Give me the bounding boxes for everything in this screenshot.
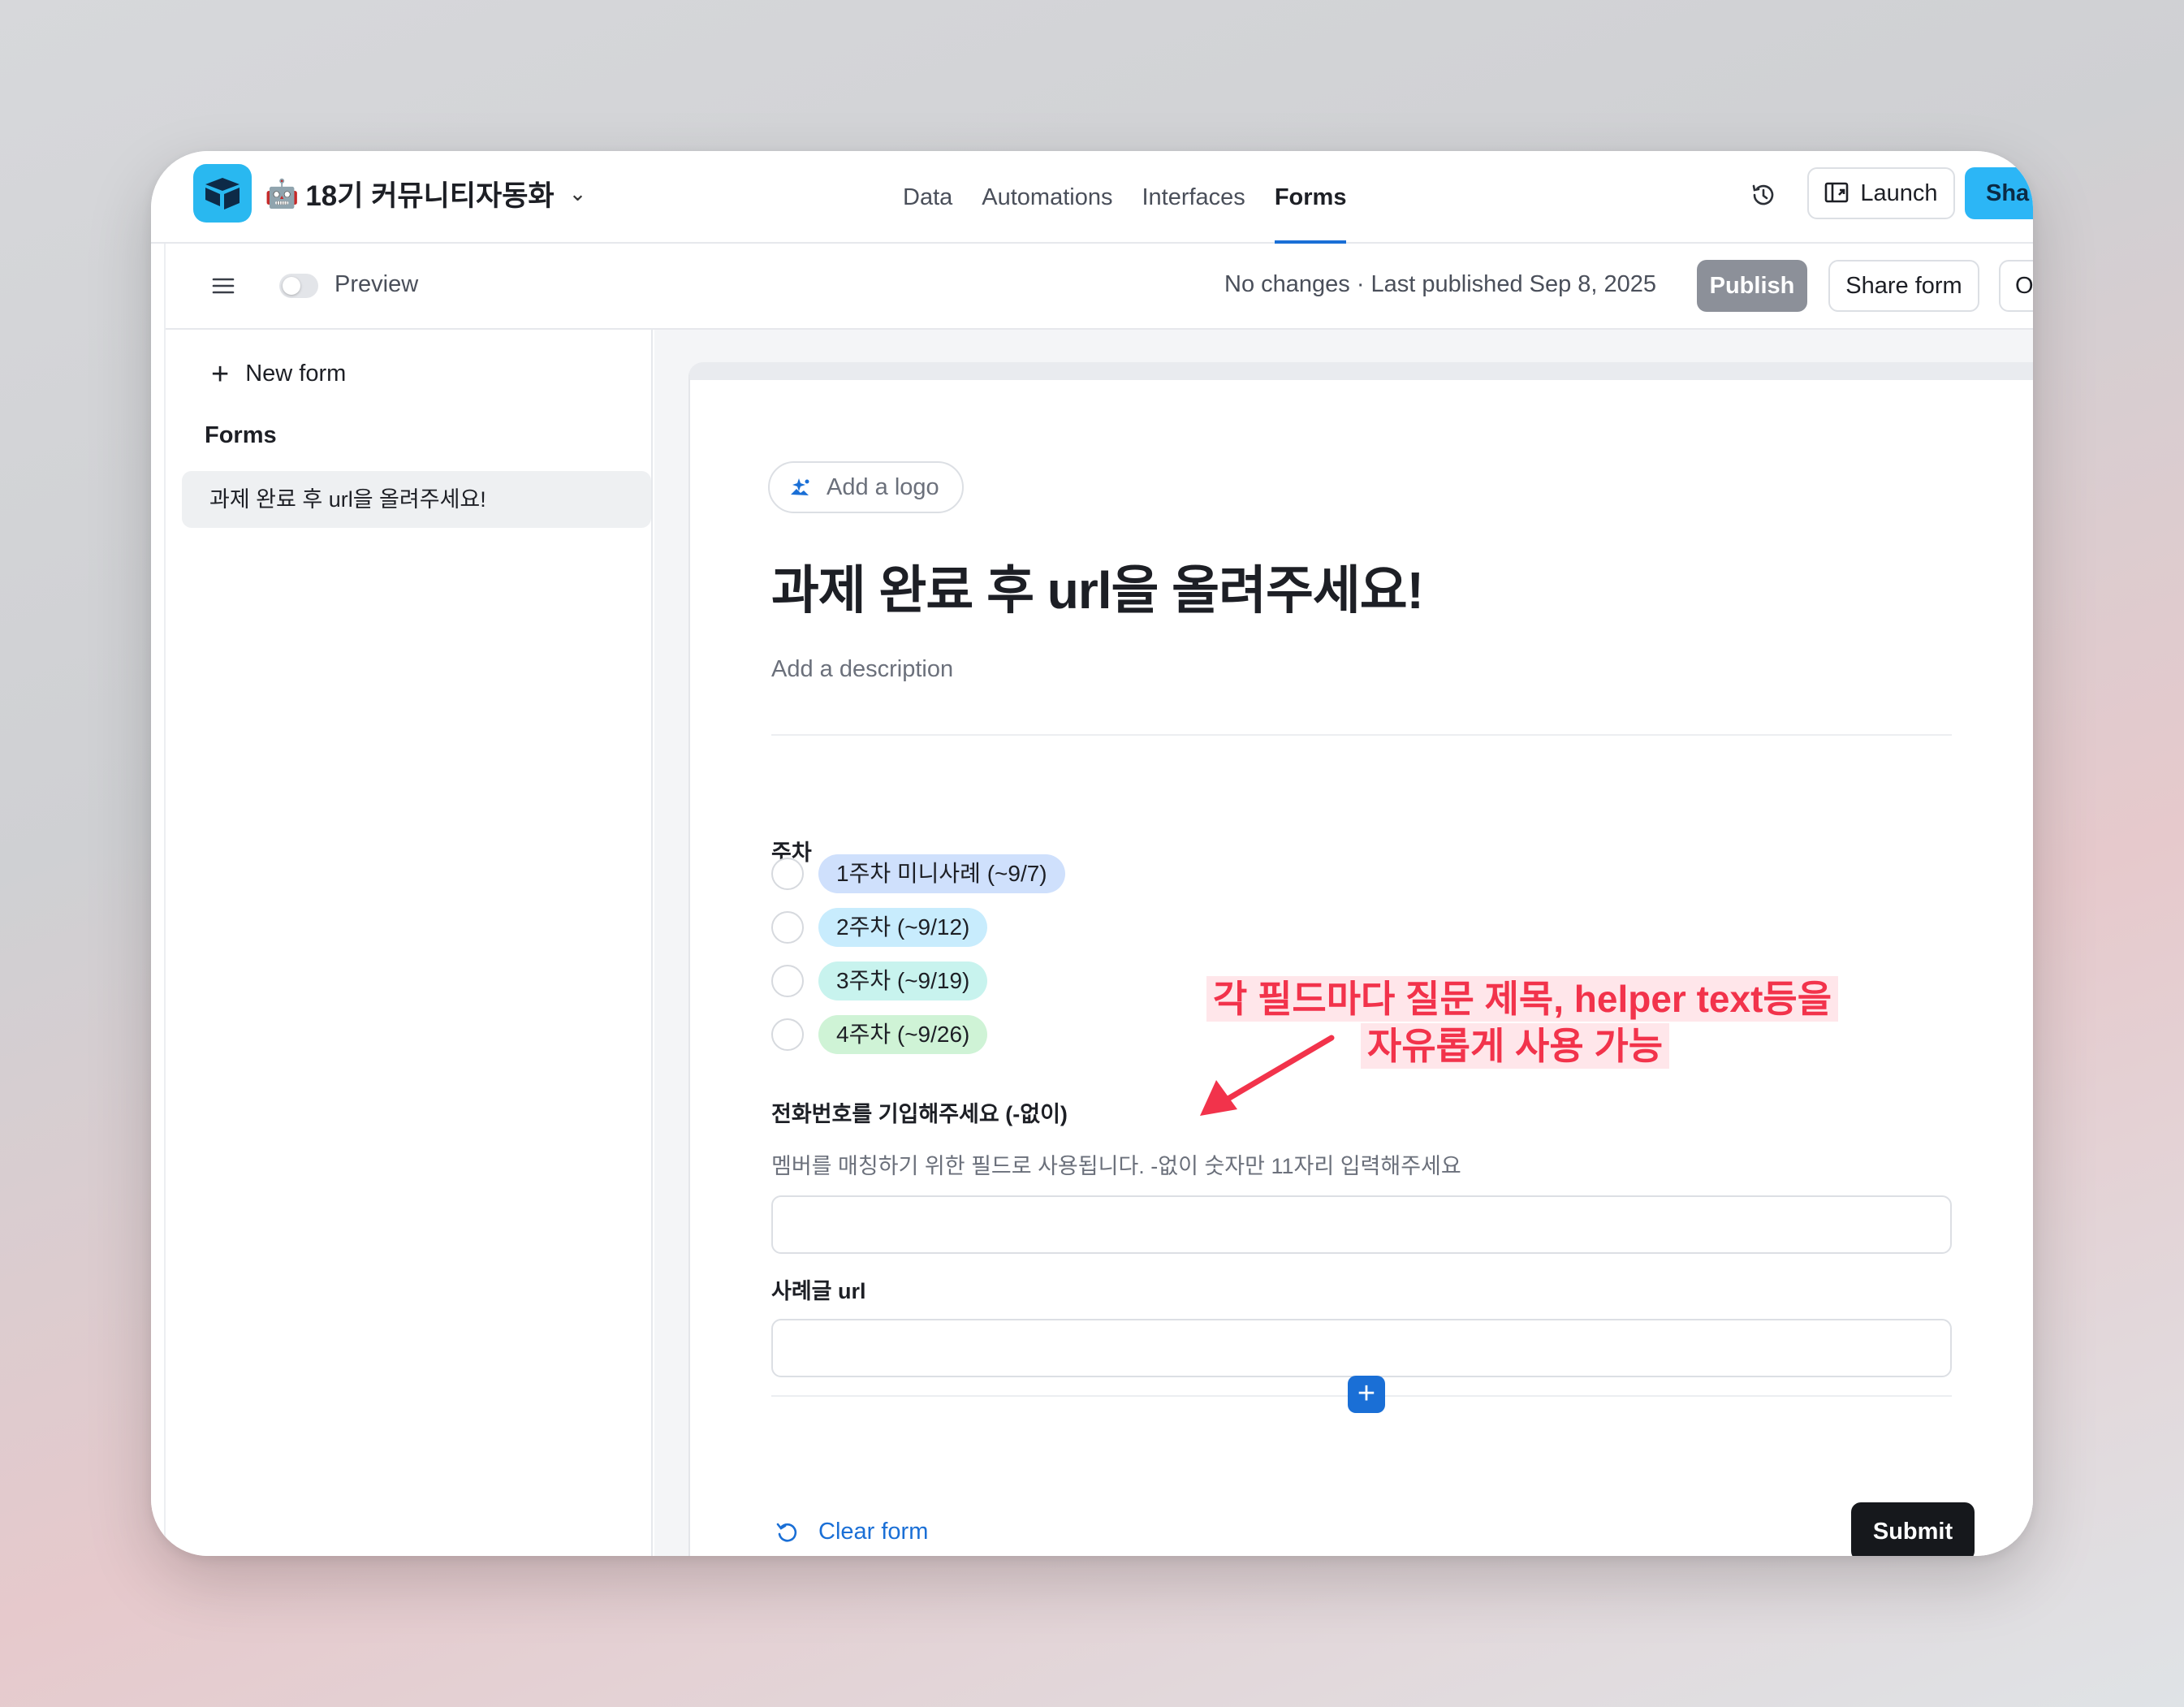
option-week-3[interactable]: 3주차 (~9/19) xyxy=(771,962,988,1000)
annotation-line-1: 각 필드마다 질문 제목, helper text등을 xyxy=(1206,976,1839,1022)
app-window: 🤖 18기 커뮤니티자동화 ⌄ Data Automations Interfa… xyxy=(151,151,2033,1556)
share-button[interactable]: Sha xyxy=(1965,167,2033,219)
left-edge xyxy=(151,244,166,1556)
option-pill: 2주차 (~9/12) xyxy=(818,908,988,947)
clear-form-button[interactable]: Clear form xyxy=(775,1519,928,1545)
radio-button[interactable] xyxy=(771,911,804,944)
option-pill: 1주차 미니사례 (~9/7) xyxy=(818,854,1065,893)
option-week-1[interactable]: 1주차 미니사례 (~9/7) xyxy=(771,854,1065,893)
new-form-button[interactable]: + New form xyxy=(211,357,347,391)
add-logo-button[interactable]: Add a logo xyxy=(768,461,964,513)
add-field-button[interactable]: + xyxy=(1348,1376,1385,1413)
url-input[interactable] xyxy=(771,1319,1952,1377)
add-logo-label: Add a logo xyxy=(827,473,939,500)
form-description[interactable]: Add a description xyxy=(771,656,953,683)
chevron-down-icon: ⌄ xyxy=(568,181,587,205)
base-name: 18기 커뮤니티자동화 xyxy=(305,180,555,212)
divider xyxy=(771,734,1952,736)
tab-interfaces[interactable]: Interfaces xyxy=(1142,151,1245,244)
forms-heading: Forms xyxy=(205,422,277,448)
launch-button[interactable]: Launch xyxy=(1807,167,1955,219)
option-pill: 4주차 (~9/26) xyxy=(818,1015,988,1054)
undo-icon xyxy=(776,1523,797,1541)
form-canvas: Add a logo 과제 완료 후 url을 올려주세요! Add a des… xyxy=(654,330,2033,1556)
radio-button[interactable] xyxy=(771,965,804,997)
top-bar: 🤖 18기 커뮤니티자동화 ⌄ Data Automations Interfa… xyxy=(151,151,2033,244)
toggle-knob xyxy=(283,277,300,295)
base-name-dropdown[interactable]: 🤖 18기 커뮤니티자동화 ⌄ xyxy=(265,173,586,214)
preview-toggle[interactable] xyxy=(279,274,318,298)
annotation-arrow-icon xyxy=(1200,1035,1335,1116)
preview-label: Preview xyxy=(335,271,419,297)
airtable-logo-icon[interactable] xyxy=(193,164,252,223)
form-card: Add a logo 과제 완료 후 url을 올려주세요! Add a des… xyxy=(688,362,2033,1556)
field-label-url: 사례글 url xyxy=(771,1279,866,1303)
forms-sidebar: + New form Forms 과제 완료 후 url을 올려주세요! xyxy=(166,330,653,1556)
field-label-phone: 전화번호를 기입해주세요 (-없이) xyxy=(771,1102,1068,1126)
history-icon[interactable] xyxy=(1747,179,1780,211)
radio-button[interactable] xyxy=(771,858,804,890)
submit-button[interactable]: Submit xyxy=(1851,1502,1975,1556)
hamburger-menu-icon[interactable] xyxy=(211,274,235,298)
option-pill: 3주차 (~9/19) xyxy=(818,962,988,1000)
launch-icon xyxy=(1825,182,1849,203)
sparkle-image-icon xyxy=(791,478,809,495)
robot-icon: 🤖 xyxy=(265,178,300,210)
publish-button[interactable]: Publish xyxy=(1697,260,1807,312)
option-week-2[interactable]: 2주차 (~9/12) xyxy=(771,908,988,947)
plus-icon: + xyxy=(211,357,230,391)
option-week-4[interactable]: 4주차 (~9/26) xyxy=(771,1015,988,1054)
form-toolbar: Preview No changes · Last published Sep … xyxy=(166,244,2033,330)
tab-forms[interactable]: Forms xyxy=(1274,151,1346,244)
tab-automations[interactable]: Automations xyxy=(982,151,1112,244)
new-form-label: New form xyxy=(245,361,347,387)
field-helper-text: 멤버를 매칭하기 위한 필드로 사용됩니다. -없이 숫자만 11자리 입력해주… xyxy=(771,1154,1461,1178)
tab-data[interactable]: Data xyxy=(903,151,952,244)
phone-input[interactable] xyxy=(771,1195,1952,1254)
form-title[interactable]: 과제 완료 후 url을 올려주세요! xyxy=(771,549,1424,624)
main-nav: Data Automations Interfaces Forms xyxy=(903,151,1346,244)
radio-button[interactable] xyxy=(771,1018,804,1051)
publish-status: No changes · Last published Sep 8, 2025 xyxy=(1224,271,1657,297)
annotation-line-2: 자유롭게 사용 가능 xyxy=(1361,1023,1670,1069)
sidebar-item-form[interactable]: 과제 완료 후 url을 올려주세요! xyxy=(182,471,651,528)
open-form-button[interactable]: Op xyxy=(1999,260,2033,312)
launch-label: Launch xyxy=(1860,179,1938,206)
share-form-button[interactable]: Share form xyxy=(1828,260,1979,312)
clear-form-label: Clear form xyxy=(818,1519,929,1545)
